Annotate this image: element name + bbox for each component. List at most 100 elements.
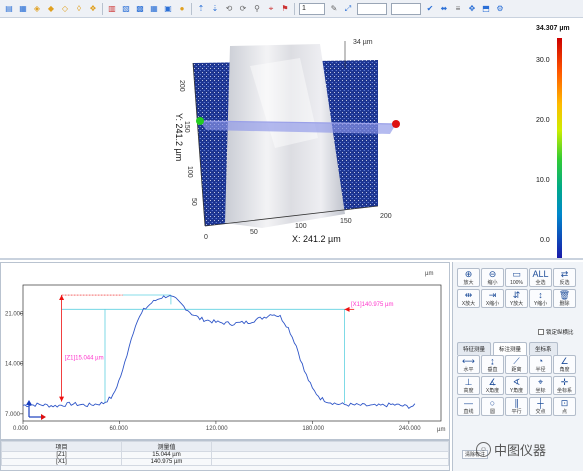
- color-map-icon[interactable]: ▥: [106, 3, 118, 15]
- range-min-input[interactable]: [357, 2, 387, 15]
- x-zoom-in-button[interactable]: ⇹ X放大: [457, 289, 480, 308]
- x-angle-button[interactable]: ∡ X角度: [481, 376, 504, 395]
- cube-top-icon[interactable]: ◆: [45, 3, 57, 15]
- lock-aspect-checkbox[interactable]: 锁定纵横比: [538, 328, 574, 336]
- table-icon[interactable]: ▩: [134, 3, 146, 15]
- settings-icon[interactable]: ⚙: [494, 3, 506, 15]
- grid-icon[interactable]: ▦: [148, 3, 160, 15]
- table-row[interactable]: [Z1] 15.044 µm: [1, 451, 449, 459]
- rotate-icon[interactable]: ⟲: [223, 3, 235, 15]
- zoom-out-button[interactable]: ⊖ 缩小: [481, 268, 504, 287]
- level-icon[interactable]: ⬌: [438, 3, 450, 15]
- circle-button[interactable]: ○ 圆: [481, 397, 504, 416]
- checkbox-box[interactable]: [538, 329, 544, 335]
- tilt-icon[interactable]: ⤢: [342, 3, 354, 15]
- wrench-icon[interactable]: ✎: [328, 3, 340, 15]
- point-button[interactable]: ⊡ 点: [553, 397, 576, 416]
- y-zoom-in-icon: ⇵: [512, 290, 521, 300]
- vertical-icon: ↨: [490, 356, 495, 366]
- tool-label: 删除: [559, 301, 570, 307]
- point-icon: ⊡: [560, 398, 569, 408]
- y-angle-icon: ∢: [512, 377, 521, 387]
- reset-icon[interactable]: ⟳: [237, 3, 249, 15]
- cube-iso-icon[interactable]: ❖: [87, 3, 99, 15]
- cube-front-icon[interactable]: ◇: [59, 3, 71, 15]
- y-zoom-out-icon: ↕: [538, 290, 543, 300]
- colorbar-tick: 10.0: [536, 177, 550, 184]
- tool-label: 垂直: [487, 367, 498, 373]
- radius-button[interactable]: ◔ 半径: [529, 355, 552, 374]
- cube-icon[interactable]: ◈: [31, 3, 43, 15]
- table-row[interactable]: [X1] 140.975 µm: [1, 458, 449, 466]
- zoom-in-button[interactable]: ⊕ 放大: [457, 268, 480, 287]
- y-axis-title: Y: 241.2 µm: [174, 113, 184, 161]
- profile-icon[interactable]: ▧: [120, 3, 132, 15]
- vertical-button[interactable]: ↨ 垂直: [481, 355, 504, 374]
- 3d-surface-canvas[interactable]: 34 µm 0 50 100 150 200 X: 241.2 µm 200 1…: [0, 18, 583, 260]
- tool-label: X放大: [461, 301, 476, 307]
- fit-all-button[interactable]: ALL 全选: [529, 268, 552, 287]
- height-button[interactable]: ⊥ 高度: [457, 376, 480, 395]
- axes-icon-arrow-right: [41, 414, 46, 420]
- distance-button[interactable]: ⟋ 距离: [505, 355, 528, 374]
- 3d-view[interactable]: 34 µm 0 50 100 150 200 X: 241.2 µm 200 1…: [0, 18, 583, 260]
- z1-annotation[interactable]: [Z1]15.044 µm: [65, 355, 104, 361]
- colorbar: [557, 38, 562, 258]
- circle-icon[interactable]: ●: [176, 3, 188, 15]
- move-icon[interactable]: ✥: [466, 3, 478, 15]
- col-item: 项目: [1, 441, 122, 452]
- tab-annotation[interactable]: 标注测量: [493, 342, 528, 355]
- flag-icon[interactable]: ⚑: [279, 3, 291, 15]
- range-max-input[interactable]: [391, 2, 421, 15]
- tool-label: 全选: [535, 280, 546, 286]
- tool-label: 半径: [535, 367, 546, 373]
- toolbar: ▤ ▦ ◈ ◆ ◇ ◊ ❖ ▥ ▧ ▩ ▦ ▣ ● ⇡ ⇣ ⟲ ⟳ ⚲ ⌖ ⚑ 1 ✎ ⤢ ✔ ⬌ ≡ ✥ ⬒ ⚙: [0, 0, 583, 18]
- tool-label: 距离: [511, 367, 522, 373]
- page-select[interactable]: 1: [299, 2, 325, 15]
- zoom-icon[interactable]: ⚲: [251, 3, 263, 15]
- tool-label: 水平: [463, 367, 474, 373]
- crosshair-icon[interactable]: ⌖: [265, 3, 277, 15]
- tool-label: 放大: [463, 280, 474, 286]
- x-tick: 150: [340, 218, 352, 225]
- cube-side-icon[interactable]: ◊: [73, 3, 85, 15]
- arrow-up-icon[interactable]: ⇡: [195, 3, 207, 15]
- save-icon[interactable]: ▦: [17, 3, 29, 15]
- coordinate-xy-button[interactable]: ✛ 坐标系: [553, 376, 576, 395]
- y-tick: 200: [178, 80, 185, 92]
- tab-feature[interactable]: 特征测量: [457, 342, 492, 355]
- y-zoom-out-button[interactable]: ↕ Y缩小: [529, 289, 552, 308]
- cross-button[interactable]: ┼ 交点: [529, 397, 552, 416]
- y-zoom-in-button[interactable]: ⇵ Y放大: [505, 289, 528, 308]
- cell-value: 15.044 µm: [121, 451, 212, 459]
- profile-panel[interactable]: µm µm 0.000 60.000 120.000 180.000 240.000 21…: [0, 262, 450, 440]
- layers-icon[interactable]: ⬒: [480, 3, 492, 15]
- z-peak-label: 34 µm: [353, 39, 373, 46]
- open-icon[interactable]: ▤: [3, 3, 15, 15]
- reverse-icon: ⇄: [560, 269, 569, 279]
- z1-arrow-head-up: [59, 295, 65, 301]
- check-icon[interactable]: ✔: [424, 3, 436, 15]
- watermark: ☺ 中图仪器: [476, 440, 546, 459]
- fit-100-button[interactable]: ▭ 100%: [505, 268, 528, 287]
- image-icon[interactable]: ▣: [162, 3, 174, 15]
- profile-start-handle[interactable]: [196, 117, 204, 125]
- tool-label: Y角度: [509, 388, 524, 394]
- arrow-down-icon[interactable]: ⇣: [209, 3, 221, 15]
- profile-end-handle[interactable]: [392, 120, 400, 128]
- angle-button[interactable]: ∠ 角度: [553, 355, 576, 374]
- y-tick-label: 14.000: [5, 362, 24, 368]
- profile-chart[interactable]: µm µm 0.000 60.000 120.000 180.000 240.000 21…: [1, 263, 451, 441]
- reverse-button[interactable]: ⇄ 反选: [553, 268, 576, 287]
- tab-coordinate[interactable]: 坐标系: [529, 342, 558, 355]
- line-button[interactable]: — 直线: [457, 397, 480, 416]
- lines-icon[interactable]: ≡: [452, 3, 464, 15]
- horizontal-button[interactable]: ⟷ 水平: [457, 355, 480, 374]
- y-angle-button[interactable]: ∢ Y角度: [505, 376, 528, 395]
- x1-annotation[interactable]: [X1]140.975 µm: [351, 302, 393, 308]
- x1-arrow-head: [344, 306, 350, 312]
- delete-button[interactable]: 🗑 删除: [553, 289, 576, 308]
- coordinate-button[interactable]: ⌖ 坐标: [529, 376, 552, 395]
- parallel-button[interactable]: ∥ 平行: [505, 397, 528, 416]
- x-zoom-out-button[interactable]: ⇥ X缩小: [481, 289, 504, 308]
